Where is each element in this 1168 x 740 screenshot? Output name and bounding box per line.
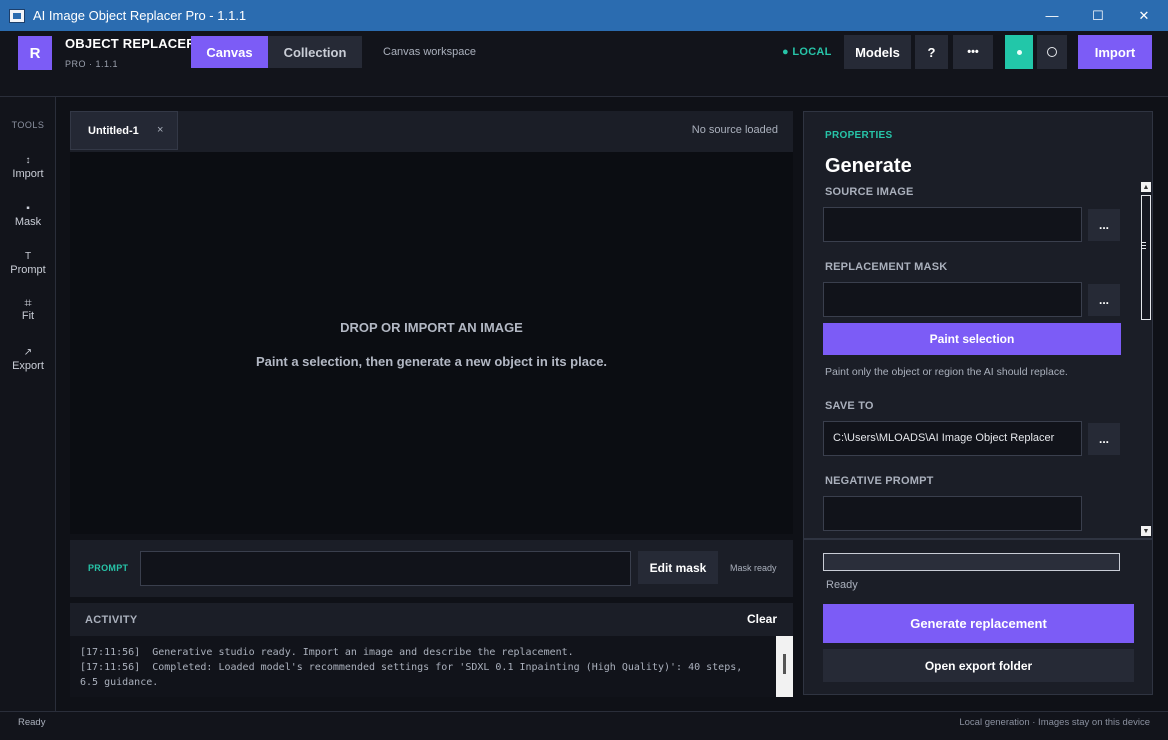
tool-prompt[interactable]: T Prompt xyxy=(0,251,56,276)
activity-heading: ACTIVITY xyxy=(85,614,138,626)
scroll-up-icon[interactable]: ▲ xyxy=(1141,182,1151,192)
prompt-input[interactable] xyxy=(140,551,631,586)
brand-version: PRO · 1.1.1 xyxy=(65,59,119,69)
source-status: No source loaded xyxy=(691,124,778,136)
workspace-label: Canvas workspace xyxy=(383,46,476,58)
status-text: Ready xyxy=(18,717,46,728)
circle-icon xyxy=(1047,47,1057,57)
maximize-button[interactable]: ☐ xyxy=(1075,0,1121,31)
tab-collection[interactable]: Collection xyxy=(268,36,362,68)
fit-icon: ⌗ xyxy=(24,295,32,310)
privacy-note: Local generation · Images stay on this d… xyxy=(959,717,1150,728)
log-line: [17:11:56] Completed: Loaded model's rec… xyxy=(80,662,749,688)
scroll-down-icon[interactable]: ▼ xyxy=(1141,526,1151,536)
save-to-label: SAVE TO xyxy=(825,400,874,412)
progress-bar xyxy=(823,553,1120,571)
close-tab-icon[interactable]: × xyxy=(157,124,163,136)
drop-subtitle: Paint a selection, then generate a new o… xyxy=(255,354,608,369)
negative-prompt-label: NEGATIVE PROMPT xyxy=(825,475,934,487)
scroll-thumb[interactable] xyxy=(1141,195,1151,320)
document-tabbar: Untitled-1 × No source loaded xyxy=(70,111,793,152)
window-title: AI Image Object Replacer Pro - 1.1.1 xyxy=(33,8,247,23)
models-button[interactable]: Models xyxy=(844,35,911,69)
tool-import[interactable]: ↕ Import xyxy=(0,155,56,180)
status-bar: Ready Local generation · Images stay on … xyxy=(0,711,1168,740)
generate-replacement-button[interactable]: Generate replacement xyxy=(823,604,1134,643)
close-window-button[interactable]: ✕ xyxy=(1121,0,1167,31)
generate-status: Ready xyxy=(826,579,858,591)
source-image-label: SOURCE IMAGE xyxy=(825,186,914,198)
replacement-mask-label: REPLACEMENT MASK xyxy=(825,261,948,273)
edit-mask-button[interactable]: Edit mask xyxy=(638,551,718,584)
more-options-button[interactable]: ••• xyxy=(953,35,993,69)
grip-icon xyxy=(1141,242,1146,243)
dot-icon xyxy=(1016,49,1022,55)
tool-fit[interactable]: ⌗ Fit xyxy=(0,295,56,322)
tools-sidebar: TOOLS ↕ Import ▪ Mask T Prompt ⌗ Fit ↗ E… xyxy=(0,97,56,711)
generate-panel: Ready Generate replacement Open export f… xyxy=(803,539,1153,695)
properties-scrollbar[interactable]: ▲ ▼ xyxy=(1139,182,1152,538)
properties-panel: PROPERTIES Generate SOURCE IMAGE ... REP… xyxy=(803,111,1153,539)
local-status-badge: ● LOCAL xyxy=(782,46,832,58)
theme-dark-toggle[interactable] xyxy=(1005,35,1033,69)
mask-icon: ▪ xyxy=(26,203,30,214)
tool-label: Mask xyxy=(14,216,42,228)
tool-export[interactable]: ↗ Export xyxy=(0,347,56,372)
image-canvas[interactable]: DROP OR IMPORT AN IMAGE Paint a selectio… xyxy=(70,152,793,534)
tools-heading: TOOLS xyxy=(11,120,45,130)
properties-title: Generate xyxy=(825,155,912,177)
prompt-label: PROMPT xyxy=(88,563,129,573)
document-tab-name: Untitled-1 xyxy=(88,124,139,137)
replacement-mask-field[interactable] xyxy=(823,282,1082,317)
source-image-field[interactable] xyxy=(823,207,1082,242)
open-export-folder-button[interactable]: Open export folder xyxy=(823,649,1134,682)
browse-source-button[interactable]: ... xyxy=(1088,209,1120,241)
browse-mask-button[interactable]: ... xyxy=(1088,284,1120,316)
log-line: [17:11:56] Generative studio ready. Impo… xyxy=(80,647,574,658)
theme-light-toggle[interactable] xyxy=(1037,35,1067,69)
paint-hint: Paint only the object or region the AI s… xyxy=(825,366,1068,378)
local-status-text: LOCAL xyxy=(792,46,832,58)
app-header: R OBJECT REPLACER PRO · 1.1.1 Canvas Col… xyxy=(0,31,1168,97)
app-logo: R xyxy=(18,36,52,70)
activity-log: [17:11:56] Generative studio ready. Impo… xyxy=(70,636,776,697)
browse-save-button[interactable]: ... xyxy=(1088,423,1120,455)
tool-label: Import xyxy=(12,168,44,180)
tool-mask[interactable]: ▪ Mask xyxy=(0,203,56,228)
document-tab[interactable]: Untitled-1 × xyxy=(70,111,178,150)
import-button[interactable]: Import xyxy=(1078,35,1152,69)
log-scrollbar[interactable] xyxy=(776,636,793,697)
save-to-field[interactable]: C:\Users\MLOADS\AI Image Object Replacer xyxy=(823,421,1082,456)
tool-label: Fit xyxy=(21,310,35,322)
mask-status: Mask ready xyxy=(730,563,777,573)
import-icon: ↕ xyxy=(25,155,31,166)
tab-canvas[interactable]: Canvas xyxy=(191,36,268,68)
minimize-button[interactable]: — xyxy=(1029,0,1075,31)
prompt-bar: PROMPT Edit mask Mask ready xyxy=(70,540,793,597)
brand-name: OBJECT REPLACER xyxy=(65,36,196,51)
negative-prompt-field[interactable] xyxy=(823,496,1082,531)
properties-heading: PROPERTIES xyxy=(825,130,893,141)
window-titlebar: AI Image Object Replacer Pro - 1.1.1 — ☐… xyxy=(0,0,1168,31)
help-button[interactable]: ? xyxy=(915,35,948,69)
export-icon: ↗ xyxy=(23,347,33,358)
tool-label: Export xyxy=(12,360,44,372)
app-icon xyxy=(9,8,25,23)
paint-selection-button[interactable]: Paint selection xyxy=(823,323,1121,355)
text-icon: T xyxy=(24,251,32,262)
activity-panel: ACTIVITY Clear [17:11:56] Generative stu… xyxy=(70,603,793,697)
tool-label: Prompt xyxy=(10,264,46,276)
drop-title: DROP OR IMPORT AN IMAGE xyxy=(340,320,523,335)
clear-log-button[interactable]: Clear xyxy=(747,612,777,626)
